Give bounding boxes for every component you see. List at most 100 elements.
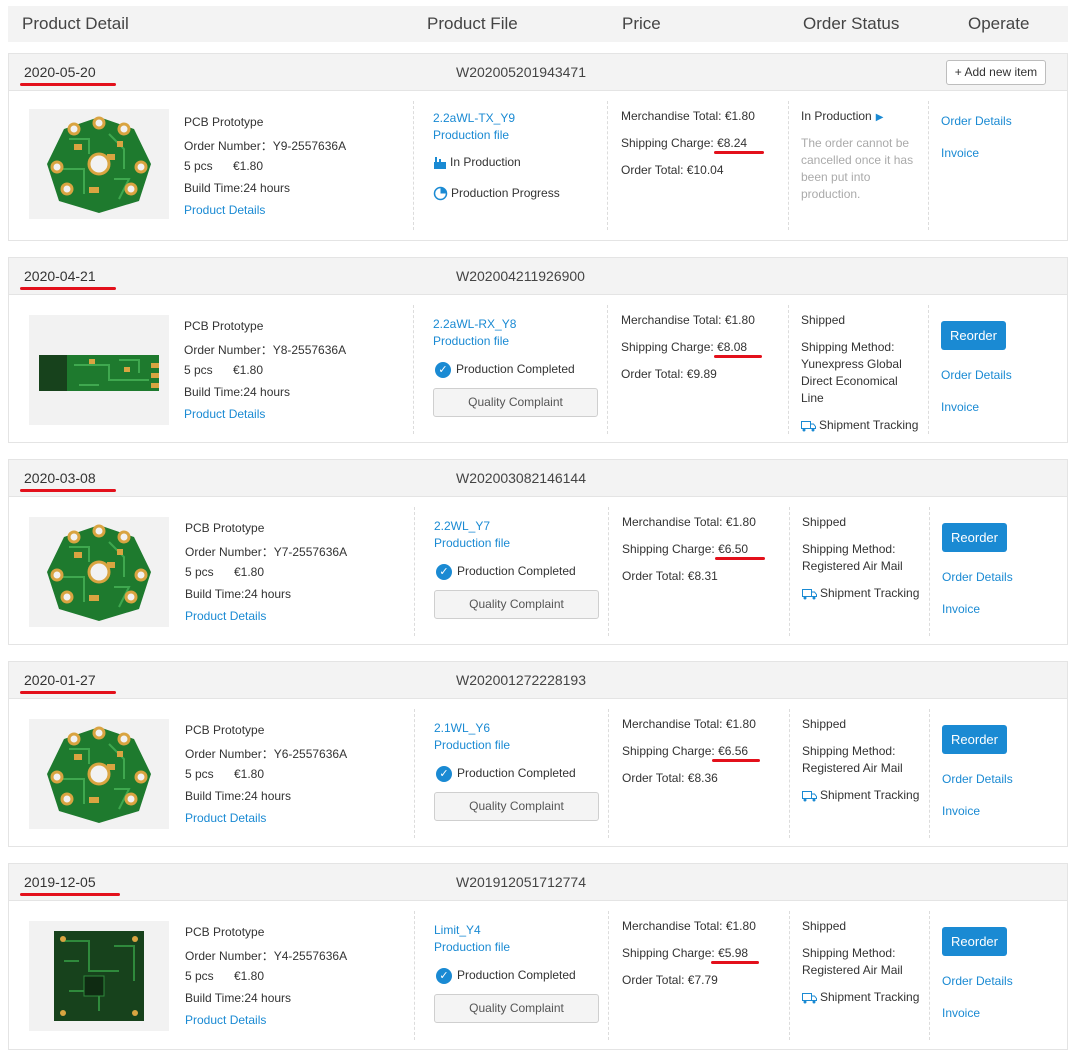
divider: [608, 911, 609, 1040]
order-number: Order Number：Y6-2557636A: [185, 747, 348, 761]
pcb-image[interactable]: [29, 315, 169, 425]
shipping-charge: Shipping Charge: €8.08: [621, 340, 747, 354]
invoice-link[interactable]: Invoice: [942, 804, 980, 818]
order-details-link[interactable]: Order Details: [941, 114, 1012, 128]
reorder-button[interactable]: Reorder: [941, 321, 1006, 350]
order-total: Order Total: €10.04: [621, 163, 724, 177]
production-state-label: Production Completed: [457, 564, 576, 579]
production-state: ✓ Production Completed: [436, 968, 576, 984]
shipment-tracking-link[interactable]: Shipment Tracking: [802, 990, 919, 1004]
divider: [789, 507, 790, 636]
order-id: W202003082146144: [456, 470, 587, 486]
col-order-status: Order Status: [803, 14, 900, 33]
shipping-charge: Shipping Charge: €6.56: [622, 744, 748, 758]
factory-icon: [434, 156, 446, 169]
play-triangle-icon[interactable]: ▶: [876, 112, 884, 123]
invoice-link[interactable]: Invoice: [941, 400, 979, 414]
pcb-image[interactable]: [29, 719, 169, 829]
order-body: PCB Prototype Order Number：Y7-2557636A 5…: [9, 497, 1067, 646]
build-time: Build Time:24 hours: [185, 789, 292, 803]
divider: [607, 101, 608, 230]
product-name: PCB Prototype: [184, 115, 264, 129]
check-circle-icon: ✓: [436, 564, 452, 580]
production-file-link[interactable]: Production file: [433, 334, 509, 348]
product-details-link[interactable]: Product Details: [185, 811, 266, 825]
shipment-tracking-label: Shipment Tracking: [819, 418, 919, 432]
progress-icon: [433, 187, 448, 201]
file-name-link[interactable]: 2.2WL_Y7: [434, 519, 490, 533]
production-file-link[interactable]: Production file: [434, 940, 510, 954]
pcb-image[interactable]: [29, 517, 169, 627]
quality-complaint-button[interactable]: Quality Complaint: [434, 590, 599, 619]
divider: [608, 709, 609, 838]
order-body: PCB Prototype Order Number：Y9-2557636A 5…: [9, 91, 1067, 240]
production-state: In Production: [433, 155, 521, 170]
file-name-link[interactable]: Limit_Y4: [434, 923, 481, 937]
pcb-image[interactable]: [29, 921, 169, 1031]
check-circle-icon: ✓: [435, 362, 451, 378]
product-details-link[interactable]: Product Details: [185, 1013, 266, 1027]
product-details-link[interactable]: Product Details: [184, 407, 265, 421]
divider: [414, 911, 415, 1040]
order-header: 2020-01-27 W202001272228193: [9, 662, 1067, 699]
divider: [413, 101, 414, 230]
order-total: Order Total: €8.31: [622, 569, 718, 583]
shipment-tracking-label: Shipment Tracking: [820, 788, 920, 802]
shipping-charge-label: Shipping Charge:: [622, 946, 719, 960]
order-body: PCB Prototype Order Number：Y4-2557636A 5…: [9, 901, 1067, 1050]
order-header: 2020-03-08 W202003082146144: [9, 460, 1067, 497]
unit-price: €1.80: [234, 969, 265, 983]
production-file-link[interactable]: Production file: [434, 738, 510, 752]
reorder-button[interactable]: Reorder: [942, 523, 1007, 552]
order-details-link[interactable]: Order Details: [942, 974, 1013, 988]
highlight-underline: [20, 83, 116, 86]
production-file-link[interactable]: Production file: [433, 128, 509, 142]
pcb-image[interactable]: [29, 109, 169, 219]
col-operate: Operate: [968, 14, 1030, 33]
reorder-button[interactable]: Reorder: [942, 927, 1007, 956]
order-status: Shipped: [802, 515, 847, 529]
status-note: been put into: [801, 170, 871, 184]
shipping-charge: Shipping Charge: €5.98: [622, 946, 748, 960]
product-name: PCB Prototype: [185, 925, 265, 939]
order-status-label: In Production: [801, 109, 872, 123]
order-details-link[interactable]: Order Details: [942, 570, 1013, 584]
order-details-link[interactable]: Order Details: [942, 772, 1013, 786]
invoice-link[interactable]: Invoice: [941, 146, 979, 160]
production-progress-link[interactable]: Production Progress: [433, 186, 560, 201]
build-time: Build Time:24 hours: [185, 991, 292, 1005]
order-id: W202001272228193: [456, 672, 587, 688]
shipment-tracking-link[interactable]: Shipment Tracking: [801, 418, 918, 432]
unit-price: €1.80: [233, 159, 264, 173]
order-number: Order Number：Y8-2557636A: [184, 343, 347, 357]
quality-complaint-button[interactable]: Quality Complaint: [434, 994, 599, 1023]
order-card: 2020-01-27 W202001272228193 PCB Prototyp…: [8, 661, 1068, 847]
order-status: Shipped: [802, 717, 847, 731]
product-details-link[interactable]: Product Details: [185, 609, 266, 623]
quality-complaint-button[interactable]: Quality Complaint: [433, 388, 598, 417]
production-file-link[interactable]: Production file: [434, 536, 510, 550]
file-name-link[interactable]: 2.1WL_Y6: [434, 721, 490, 735]
shipping-method: Registered Air Mail: [802, 559, 903, 573]
divider: [929, 911, 930, 1040]
file-name-link[interactable]: 2.2aWL-RX_Y8: [433, 317, 516, 331]
invoice-link[interactable]: Invoice: [942, 602, 980, 616]
divider: [788, 101, 789, 230]
file-name-link[interactable]: 2.2aWL-TX_Y9: [433, 111, 515, 125]
reorder-button[interactable]: Reorder: [942, 725, 1007, 754]
shipment-tracking-link[interactable]: Shipment Tracking: [802, 586, 919, 600]
quality-complaint-button[interactable]: Quality Complaint: [434, 792, 599, 821]
order-number: Order Number：Y9-2557636A: [184, 139, 347, 153]
shipping-method: Registered Air Mail: [802, 963, 903, 977]
invoice-link[interactable]: Invoice: [942, 1006, 980, 1020]
shipment-tracking-link[interactable]: Shipment Tracking: [802, 788, 919, 802]
order-details-link[interactable]: Order Details: [941, 368, 1012, 382]
product-details-link[interactable]: Product Details: [184, 203, 265, 217]
add-new-item-button[interactable]: + Add new item: [946, 60, 1046, 85]
divider: [928, 101, 929, 230]
production-state-label: Production Completed: [457, 766, 576, 781]
shipping-charge-value: €6.56: [718, 744, 749, 758]
order-date: 2019-12-05: [24, 874, 96, 890]
order-status: Shipped: [801, 313, 846, 327]
truck-icon: [802, 992, 817, 1004]
